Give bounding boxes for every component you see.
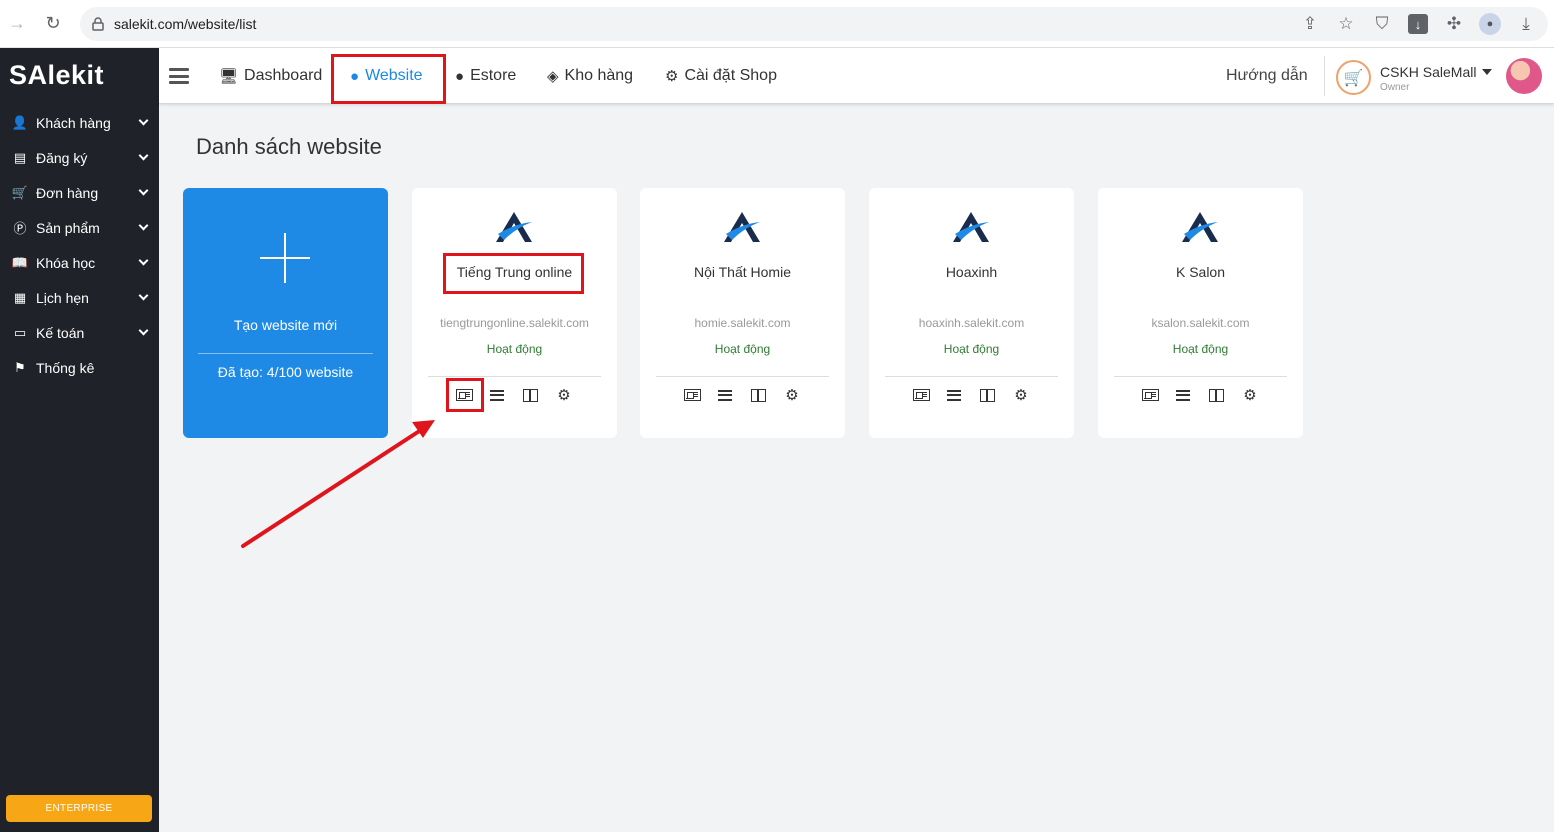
annotation-arrow (241, 420, 435, 548)
